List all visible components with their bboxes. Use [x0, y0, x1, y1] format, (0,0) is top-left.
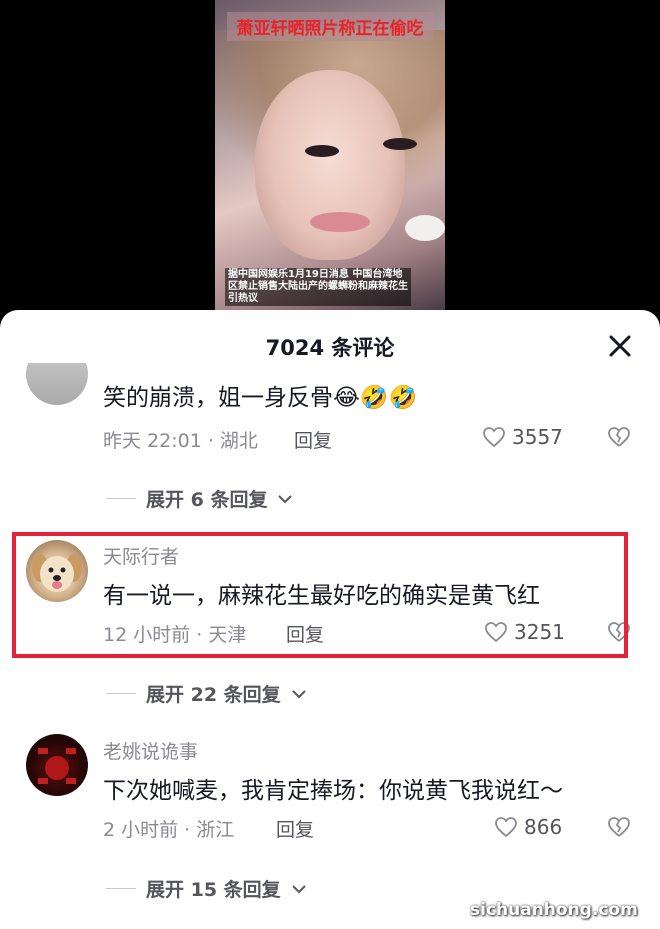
like-button[interactable]: 866: [494, 815, 562, 839]
like-count: 866: [524, 815, 563, 839]
video-blur-patch: [405, 215, 445, 241]
expand-replies[interactable]: 展开 6 条回复: [106, 485, 293, 512]
expand-replies-label: 展开 6 条回复: [146, 489, 268, 511]
like-count: 3557: [512, 425, 563, 449]
expand-replies[interactable]: 展开 15 条回复: [106, 875, 307, 902]
heart-icon: [495, 817, 517, 838]
heart-icon: [483, 427, 505, 448]
comment-username[interactable]: 老姚说诡事: [103, 737, 198, 764]
like-button[interactable]: 3557: [482, 425, 563, 449]
divider-line: [106, 498, 136, 499]
watermark: sichuanhong.com: [470, 900, 638, 920]
expand-replies-label: 展开 22 条回复: [146, 684, 281, 706]
expand-replies[interactable]: 展开 22 条回复: [106, 680, 307, 707]
chevron-down-icon: [278, 494, 293, 503]
divider-line: [106, 888, 136, 889]
broken-heart-icon[interactable]: [606, 425, 632, 449]
comment-text: 笑的崩溃，姐一身反骨😂🤣🤣: [103, 385, 418, 411]
comment-meta: 2 小时前 · 浙江: [103, 819, 235, 841]
avatar[interactable]: [26, 734, 88, 796]
broken-heart-icon[interactable]: [606, 815, 632, 839]
horror-avatar-image: [38, 748, 76, 784]
comment-meta: 昨天 22:01 · 湖北: [103, 430, 258, 452]
video-title: 萧亚轩晒照片称正在偷吃: [227, 12, 433, 41]
comments-count-title: 7024 条评论: [265, 336, 395, 360]
reply-button[interactable]: 回复: [294, 426, 332, 453]
video-caption: 据中国网娱乐1月19日消息 中国台湾地区禁止销售大陆出产的螺蛳粉和麻辣花生引热议: [225, 268, 411, 306]
comment-text: 下次她喊麦，我肯定捧场：你说黄飞我说红～: [103, 778, 563, 804]
chevron-down-icon: [291, 884, 306, 893]
divider-line: [106, 693, 136, 694]
video-lip: [310, 212, 370, 232]
reply-button[interactable]: 回复: [276, 815, 314, 842]
video-preview[interactable]: 萧亚轩晒照片称正在偷吃 据中国网娱乐1月19日消息 中国台湾地区禁止销售大陆出产…: [215, 0, 445, 310]
close-icon[interactable]: [606, 332, 634, 360]
expand-replies-label: 展开 15 条回复: [146, 879, 281, 901]
video-eye: [305, 145, 339, 157]
video-eye: [383, 138, 417, 150]
chevron-down-icon: [291, 689, 306, 698]
highlight-box: [12, 532, 628, 658]
